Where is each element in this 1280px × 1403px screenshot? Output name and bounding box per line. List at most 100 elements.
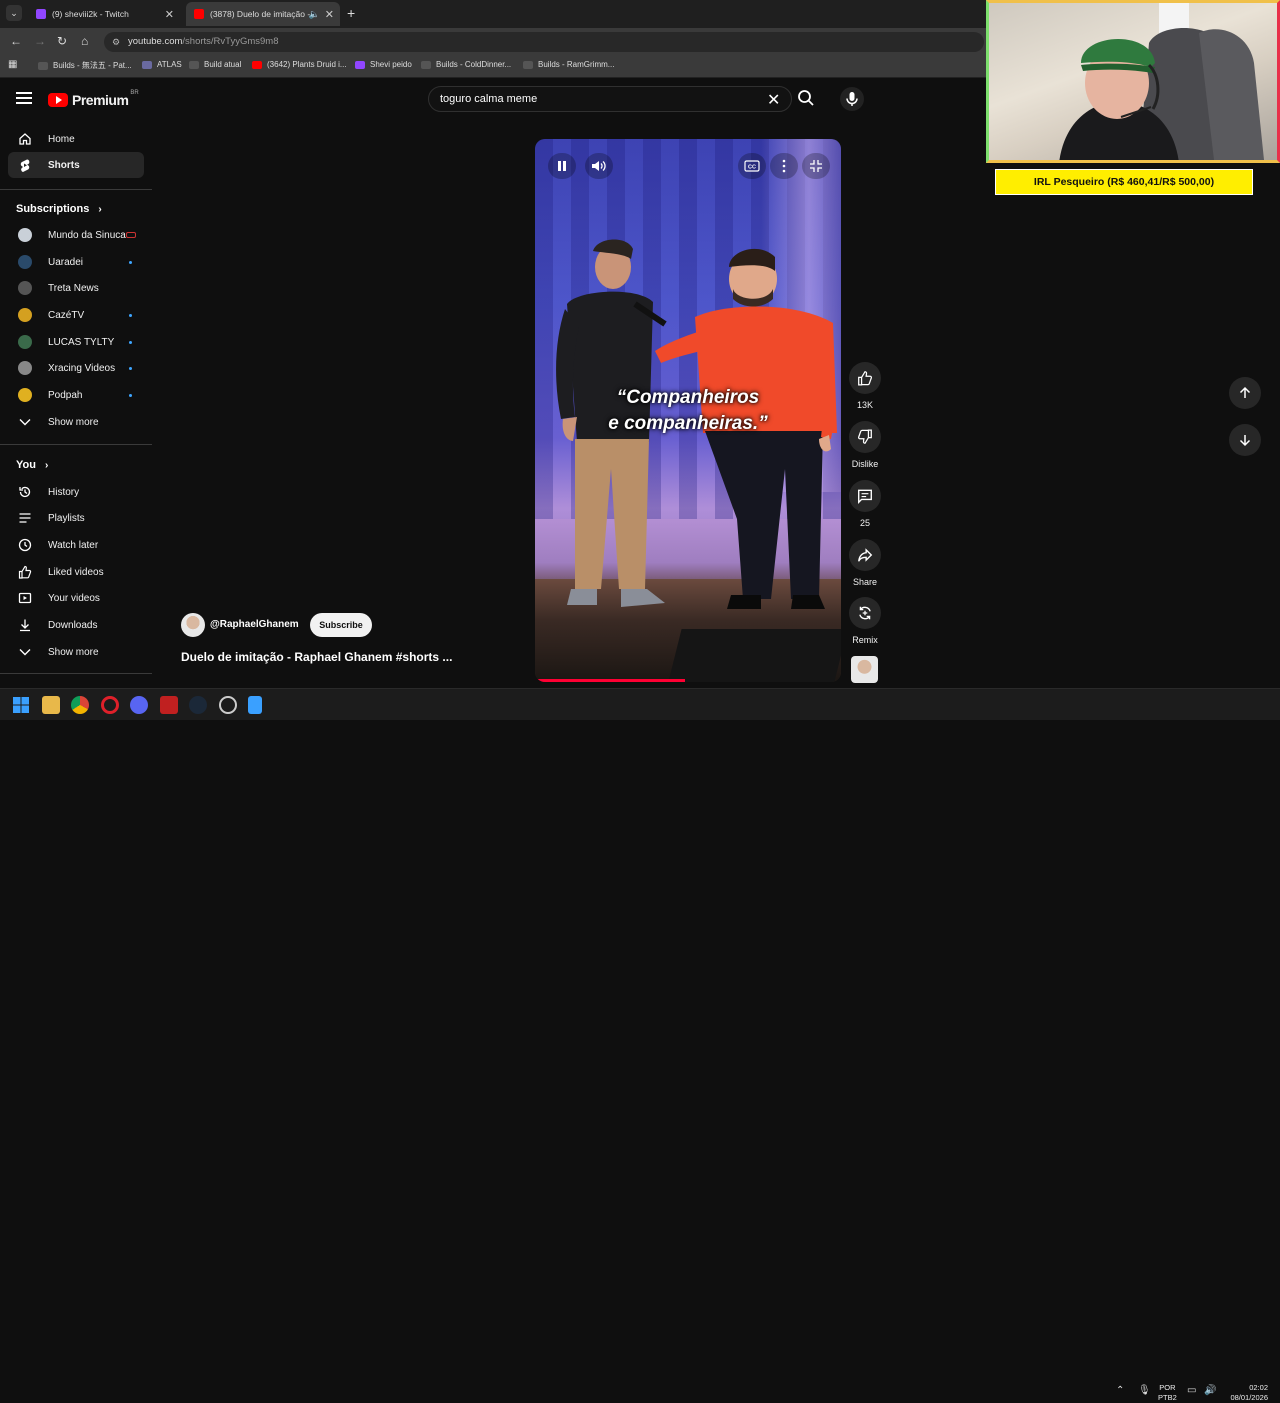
- tab-twitch[interactable]: (9) sheviii2k - Twitch ✕: [28, 2, 180, 26]
- app-icon[interactable]: [160, 696, 178, 714]
- sidebar-item-downloads[interactable]: Downloads: [8, 612, 144, 638]
- webcam-overlay: [986, 0, 1280, 163]
- more-options-button[interactable]: [770, 153, 798, 179]
- comments-button[interactable]: 25: [849, 480, 881, 528]
- youtube-icon: [194, 9, 204, 19]
- sidebar-sub-lucas-tylty[interactable]: LUCAS TYLTY: [8, 329, 144, 355]
- search-input[interactable]: toguro calma meme: [428, 86, 792, 112]
- chevron-right-icon: ›: [98, 204, 102, 215]
- bookmark[interactable]: Builds - RamGrimm...: [523, 60, 614, 69]
- sidebar-sub-xracing-videos[interactable]: Xracing Videos: [8, 355, 144, 381]
- avatar: [18, 335, 32, 349]
- sidebar-item-playlists[interactable]: Playlists: [8, 505, 144, 531]
- youtube-play-icon: [48, 93, 68, 107]
- captions-button[interactable]: CC: [738, 153, 766, 179]
- steam-icon[interactable]: [189, 696, 207, 714]
- sidebar-item-watch-later[interactable]: Watch later: [8, 532, 144, 558]
- your-videos-icon: [18, 591, 32, 605]
- network-icon[interactable]: ▭: [1187, 1385, 1196, 1396]
- app-icon[interactable]: [219, 696, 237, 714]
- microphone-icon[interactable]: 🎙: [1138, 1385, 1151, 1396]
- menu-icon[interactable]: [16, 92, 32, 106]
- windows-start-icon[interactable]: [12, 696, 30, 714]
- chrome-icon[interactable]: [71, 696, 89, 714]
- share-label: Share: [852, 577, 878, 587]
- close-tab-icon[interactable]: ✕: [165, 8, 174, 21]
- bookmark-icon: [142, 60, 152, 69]
- next-short-button[interactable]: [1229, 424, 1261, 456]
- subscribe-button[interactable]: Subscribe: [310, 613, 372, 637]
- back-icon[interactable]: ←: [10, 34, 22, 48]
- new-content-dot: [129, 260, 132, 264]
- video-progress-bar[interactable]: [535, 679, 685, 682]
- avatar: [18, 361, 32, 375]
- history-icon: [18, 485, 32, 499]
- file-explorer-icon[interactable]: [42, 696, 60, 714]
- bookmark[interactable]: Build atual: [189, 60, 241, 69]
- url-input[interactable]: ⚙ youtube.com/shorts/RvTyyGms9m8: [104, 32, 984, 52]
- remix-label: Remix: [852, 635, 878, 645]
- avatar: [18, 228, 32, 242]
- bookmark[interactable]: Builds - ColdDinner...: [421, 60, 511, 69]
- close-tab-icon[interactable]: ✕: [325, 8, 334, 21]
- video-title[interactable]: Duelo de imitação - Raphael Ghanem #shor…: [181, 650, 452, 664]
- you-header[interactable]: You ›: [16, 459, 48, 471]
- bookmark[interactable]: Builds - 無法五 - Pat...: [38, 60, 132, 71]
- clock[interactable]: 02:02 08/01/2026: [1222, 1383, 1268, 1403]
- sidebar-sub-podpah[interactable]: Podpah: [8, 382, 144, 408]
- bookmark[interactable]: Shevi peido: [355, 60, 412, 69]
- chevron-up-icon[interactable]: ⌃: [1116, 1385, 1124, 1396]
- dislike-button[interactable]: Dislike: [849, 421, 881, 469]
- sidebar-sub-treta-news[interactable]: Treta News: [8, 275, 144, 301]
- notepad-icon[interactable]: [248, 696, 262, 714]
- sidebar-sub-mundo-da-sinuca[interactable]: Mundo da Sinuca: [8, 222, 144, 248]
- fullscreen-button[interactable]: [802, 153, 830, 179]
- opera-icon[interactable]: [101, 696, 119, 714]
- share-button[interactable]: Share: [849, 539, 881, 587]
- search-icon[interactable]: [797, 89, 815, 112]
- sidebar-sub-uaradei[interactable]: Uaradei: [8, 249, 144, 275]
- bookmark[interactable]: ATLAS: [142, 60, 182, 69]
- sidebar-item-home[interactable]: Home: [8, 126, 144, 152]
- avatar: [18, 255, 32, 269]
- speaker-icon[interactable]: 🔊: [1204, 1385, 1216, 1396]
- tab-search-icon[interactable]: ⌄: [6, 5, 22, 21]
- microphone-icon[interactable]: [840, 87, 864, 111]
- site-info-icon[interactable]: ⚙: [112, 32, 120, 52]
- previous-short-button[interactable]: [1229, 377, 1261, 409]
- channel-name[interactable]: @RaphaelGhanem: [210, 619, 299, 630]
- tab-youtube[interactable]: (3878) Duelo de imitação - 🔈 ✕: [186, 2, 340, 26]
- like-button[interactable]: 13K: [849, 362, 881, 410]
- home-icon[interactable]: ⌂: [81, 34, 88, 48]
- arrow-down-icon: [1239, 435, 1251, 447]
- show-more-you[interactable]: Show more: [8, 639, 144, 665]
- remix-icon: [849, 597, 881, 629]
- clear-search-icon[interactable]: ✕: [767, 90, 780, 110]
- sidebar-item-shorts[interactable]: Shorts: [8, 152, 144, 178]
- country-code: BR: [130, 90, 139, 96]
- bookmark[interactable]: (3642) Plants Druid i...: [252, 60, 347, 69]
- volume-button[interactable]: [585, 153, 613, 179]
- thumbs-up-icon: [18, 565, 32, 579]
- new-tab-icon[interactable]: +: [347, 5, 355, 21]
- remix-button[interactable]: Remix: [849, 597, 881, 645]
- subscriptions-header[interactable]: Subscriptions ›: [16, 203, 102, 215]
- pause-button[interactable]: [548, 153, 576, 179]
- sidebar-sub-cazetv[interactable]: CazéTV: [8, 302, 144, 328]
- sidebar-item-label: Shorts: [48, 159, 80, 171]
- discord-icon[interactable]: [130, 696, 148, 714]
- show-more-subscriptions[interactable]: Show more: [8, 409, 144, 435]
- speaker-icon[interactable]: 🔈: [309, 9, 320, 20]
- sound-thumbnail[interactable]: [851, 656, 878, 683]
- sidebar-item-your-videos[interactable]: Your videos: [8, 585, 144, 611]
- forward-icon[interactable]: →: [34, 34, 46, 48]
- input-language[interactable]: POR PTB2: [1158, 1383, 1177, 1403]
- sidebar-item-liked-videos[interactable]: Liked videos: [8, 559, 144, 585]
- apps-grid-icon[interactable]: ▦: [8, 59, 17, 70]
- shorts-video-player[interactable]: “Companheiros e companheiras.” CC: [535, 139, 841, 682]
- reload-icon[interactable]: ↻: [57, 34, 67, 48]
- new-content-dot: [129, 313, 132, 317]
- sidebar-item-history[interactable]: History: [8, 479, 144, 505]
- youtube-premium-logo[interactable]: Premium BR: [48, 90, 139, 108]
- channel-avatar[interactable]: [181, 613, 205, 637]
